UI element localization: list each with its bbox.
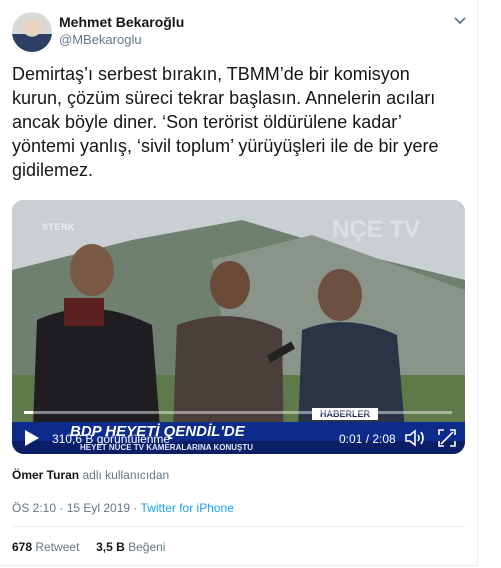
channel-watermark: NÇE TV xyxy=(332,216,421,243)
play-icon[interactable] xyxy=(24,429,40,447)
tweet-source[interactable]: Twitter for iPhone xyxy=(141,501,234,515)
author-handle[interactable]: @MBekaroglu xyxy=(59,32,142,47)
tweet-text: Demirtaş’ı serbest bırakın, TBMM’de bir … xyxy=(12,64,439,180)
volume-icon[interactable] xyxy=(405,429,425,447)
chevron-down-icon[interactable] xyxy=(452,12,468,28)
credit-suffix: adlı kullanıcıdan xyxy=(82,468,170,482)
author-name[interactable]: Mehmet Bekaroğlu xyxy=(59,14,184,30)
video-credit: Ömer Turan adlı kullanıcıdan xyxy=(12,468,169,482)
tweet-meta: ÖS 2:10 · 15 Eyl 2019 · Twitter for iPho… xyxy=(12,501,234,515)
like-count[interactable]: 3,5 B xyxy=(96,540,125,554)
tweet-timestamp[interactable]: ÖS 2:10 · 15 Eyl 2019 · xyxy=(12,501,141,515)
credit-user[interactable]: Ömer Turan xyxy=(12,468,79,482)
fullscreen-icon[interactable] xyxy=(438,429,456,447)
progress-bar[interactable] xyxy=(24,411,452,414)
retweet-count[interactable]: 678 xyxy=(12,540,32,554)
channel-logo: STERK xyxy=(42,222,76,232)
divider xyxy=(12,526,465,527)
video-time: 0:01 / 2:08 xyxy=(339,432,396,446)
progress-fill xyxy=(24,411,33,414)
view-count: 310,6 B görüntülenme xyxy=(52,432,171,446)
retweet-label[interactable]: Retweet xyxy=(35,540,79,554)
like-label[interactable]: Beğeni xyxy=(128,540,165,554)
news-tag: HABERLER xyxy=(312,408,379,420)
video-player[interactable]: STERK NÇE TV HABERLER BDP HEYETİ QENDİL'… xyxy=(12,200,465,454)
avatar[interactable] xyxy=(12,12,52,52)
tweet-card: Mehmet Bekaroğlu @MBekaroglu Demirtaş’ı … xyxy=(0,0,478,566)
tweet-stats: 678 Retweet 3,5 B Beğeni xyxy=(12,540,165,554)
